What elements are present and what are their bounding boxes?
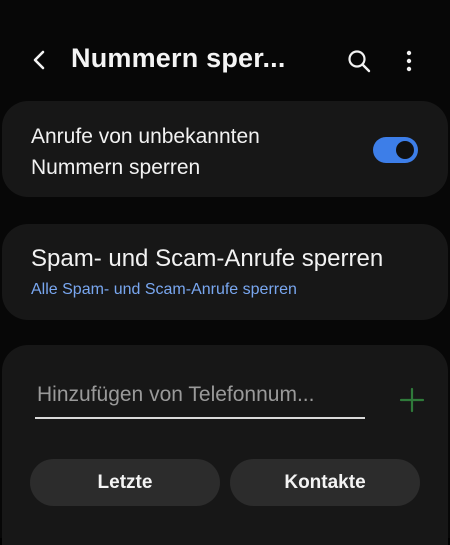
toggle-knob	[396, 141, 414, 159]
add-number-button[interactable]	[396, 384, 428, 416]
add-number-card: Letzte Kontakte	[2, 345, 448, 545]
block-unknown-numbers-toggle[interactable]	[373, 137, 418, 163]
block-unknown-numbers-row[interactable]: Anrufe von unbekannten Nummern sperren	[2, 101, 448, 197]
screen: Nummern sper... Anrufe von unbekannten N…	[0, 0, 450, 545]
block-spam-calls-row[interactable]: Spam- und Scam-Anrufe sperren Alle Spam-…	[2, 224, 448, 320]
contacts-button[interactable]: Kontakte	[230, 459, 420, 506]
phone-number-input[interactable]	[35, 379, 365, 419]
back-button[interactable]	[22, 42, 58, 78]
app-bar: Nummern sper...	[0, 0, 450, 100]
search-button[interactable]	[342, 44, 376, 78]
recent-calls-button[interactable]: Letzte	[30, 459, 220, 506]
block-spam-calls-subtitle: Alle Spam- und Scam-Anrufe sperren	[31, 281, 297, 298]
more-options-button[interactable]	[392, 44, 426, 78]
search-icon	[348, 50, 371, 73]
chevron-left-icon	[33, 50, 45, 70]
block-spam-calls-title: Spam- und Scam-Anrufe sperren	[31, 245, 384, 272]
block-unknown-numbers-label: Anrufe von unbekannten Nummern sperren	[31, 125, 260, 179]
page-title: Nummern sper...	[71, 43, 286, 73]
plus-icon	[399, 387, 425, 413]
more-vertical-icon	[406, 50, 412, 72]
